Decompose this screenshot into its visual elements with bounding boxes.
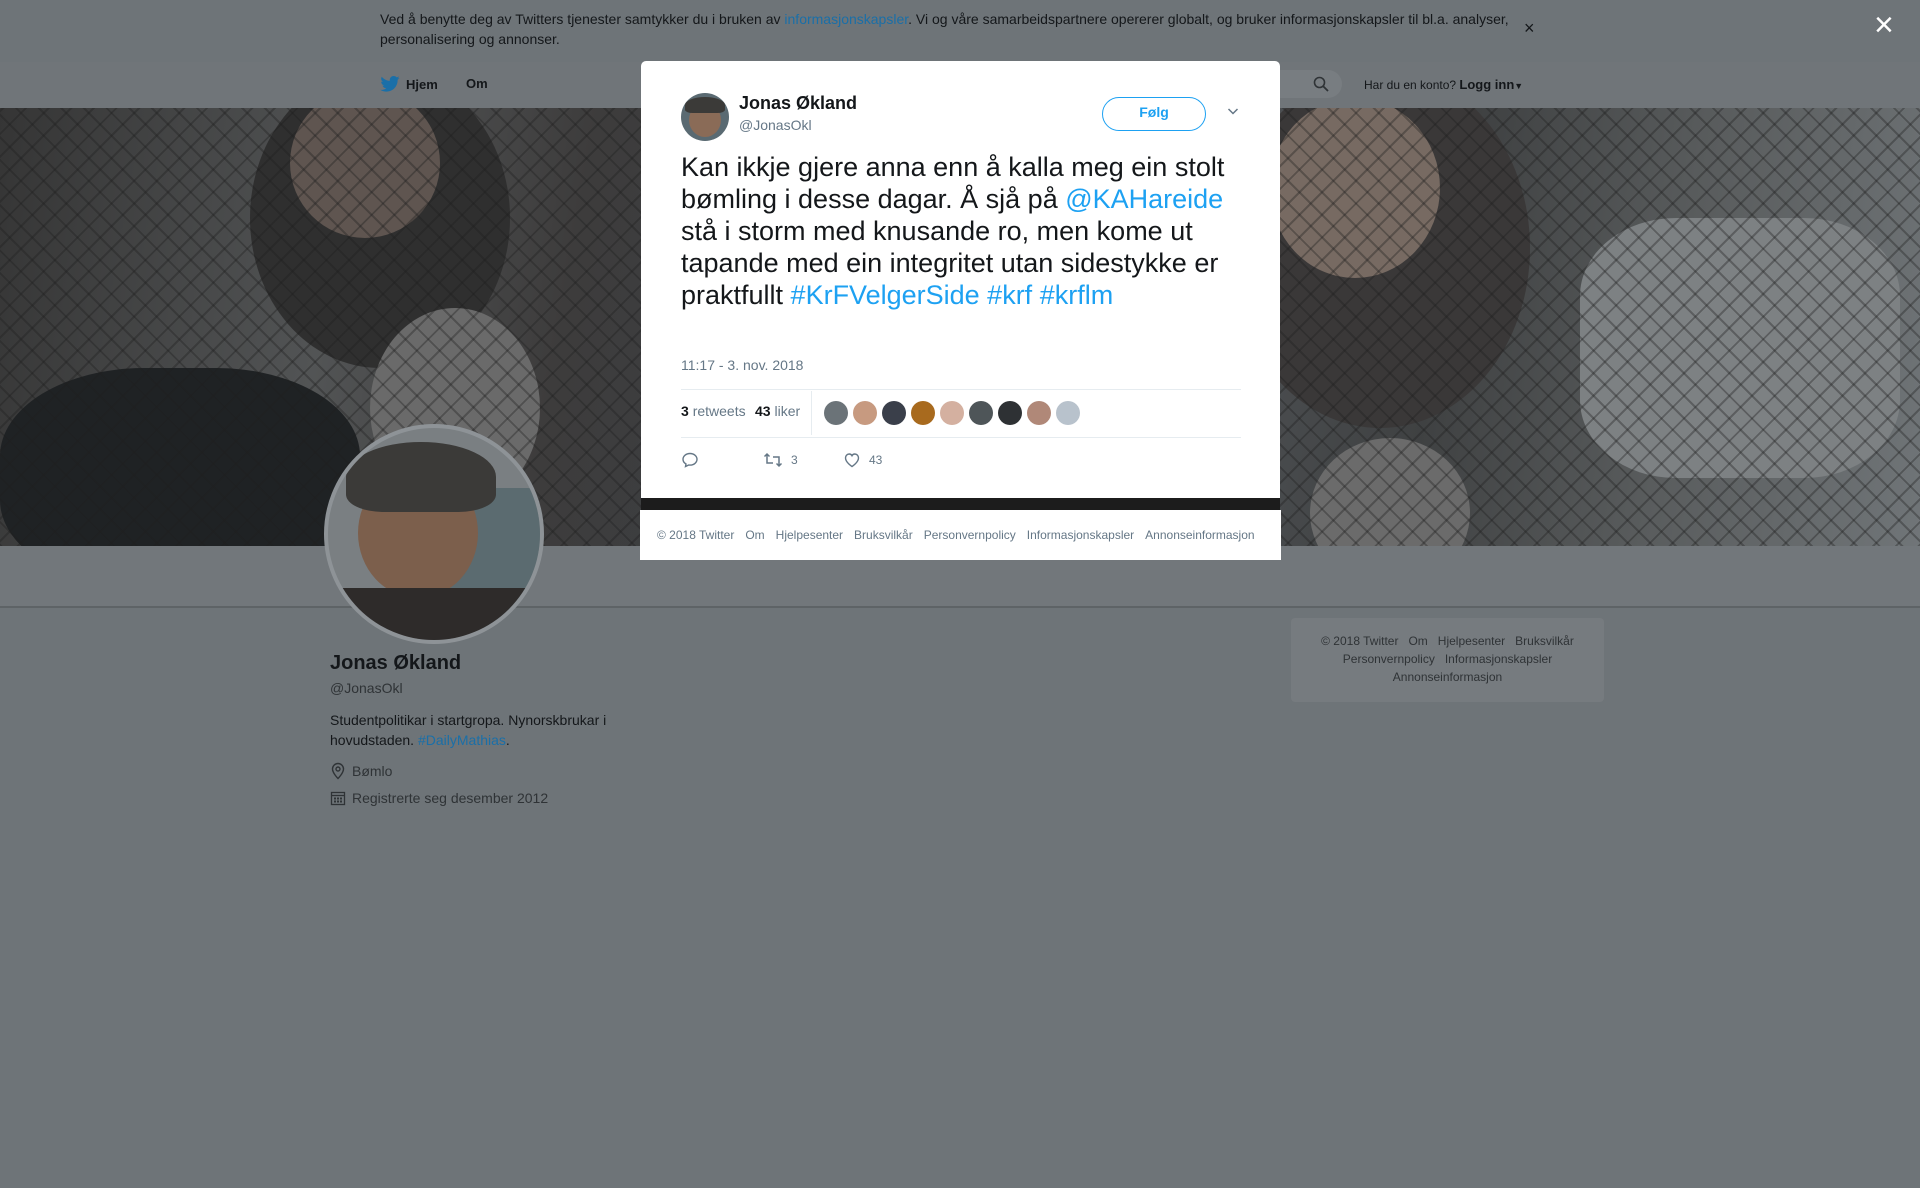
cookie-banner-text: Ved å benytte deg av Twitters tjenester … xyxy=(380,11,1509,47)
chevron-down-icon[interactable] xyxy=(1227,105,1239,117)
hashtag-link-krf[interactable]: #krf xyxy=(987,280,1032,310)
joined-text: Registrerte seg desember 2012 xyxy=(352,790,549,806)
tweet-avatar-cap xyxy=(685,97,725,113)
modal-separator xyxy=(641,498,1280,510)
like-count: 43 xyxy=(869,453,883,467)
avatar-cap xyxy=(346,442,496,512)
footer-link-terms[interactable]: Bruksvilkår xyxy=(854,528,913,542)
modal-footer: © 2018 Twitter Om Hjelpesenter Bruksvilk… xyxy=(640,510,1281,560)
footer-link-ads[interactable]: Annonseinformasjon xyxy=(1145,528,1254,542)
liker-avatar[interactable] xyxy=(969,401,993,425)
nav-home-link[interactable]: Hjem xyxy=(380,76,438,92)
footer-link-cookies[interactable]: Informasjonskapsler xyxy=(1027,528,1134,542)
modal-close-button[interactable]: × xyxy=(1874,8,1894,42)
profile-bio: Studentpolitikar i startgropa. Nynorskbr… xyxy=(330,712,607,748)
reply-icon xyxy=(682,452,698,468)
liker-avatar[interactable] xyxy=(1027,401,1051,425)
follow-button[interactable]: Følg xyxy=(1102,97,1206,131)
side-footer-link-help[interactable]: Hjelpesenter xyxy=(1438,634,1505,648)
divider xyxy=(811,391,812,435)
twitter-bird-icon xyxy=(380,76,400,92)
nav-home-label: Hjem xyxy=(406,76,438,92)
liker-avatar[interactable] xyxy=(940,401,964,425)
tweet-text: Kan ikkje gjere anna enn å kalla meg ein… xyxy=(681,152,1225,310)
like-button[interactable]: 43 xyxy=(843,451,882,469)
footer-link-help[interactable]: Hjelpesenter xyxy=(776,528,843,542)
side-footer: © 2018 Twitter Om Hjelpesenter Bruksvilkår … xyxy=(1291,618,1604,702)
tweet-author-name[interactable]: Jonas Økland xyxy=(739,93,857,114)
liker-avatar[interactable] xyxy=(824,401,848,425)
cookie-banner: Ved å benytte deg av Twitters tjenester … xyxy=(0,0,1920,63)
tweet-author-handle[interactable]: @JonasOkl xyxy=(739,117,812,133)
liker-avatar[interactable] xyxy=(911,401,935,425)
liker-avatar[interactable] xyxy=(998,401,1022,425)
caret-down-icon: ▼ xyxy=(1514,81,1524,91)
profile-handle[interactable]: @JonasOkl xyxy=(330,680,403,696)
profile-location: Bømlo xyxy=(330,762,392,780)
nav-about-link[interactable]: Om xyxy=(466,76,488,91)
calendar-icon xyxy=(330,791,346,806)
profile-avatar[interactable] xyxy=(324,424,544,644)
liker-avatar[interactable] xyxy=(882,401,906,425)
retweet-icon xyxy=(763,452,783,468)
location-pin-icon xyxy=(331,762,345,780)
mention-link[interactable]: @KAHareide xyxy=(1065,184,1223,214)
login-prompt: Har du en konto? Logg inn▼ xyxy=(1364,77,1523,92)
search-icon[interactable] xyxy=(1313,76,1329,92)
profile-joined-date: Registrerte seg desember 2012 xyxy=(330,790,548,806)
location-text: Bømlo xyxy=(352,763,393,779)
side-footer-link-cookies[interactable]: Informasjonskapsler xyxy=(1445,652,1552,666)
retweet-button[interactable]: 3 xyxy=(763,451,798,469)
hashtag-link-krfvelgerside[interactable]: #KrFVelgerSide xyxy=(791,280,980,310)
footer-link-about[interactable]: Om xyxy=(745,528,764,542)
reply-button[interactable] xyxy=(681,451,699,469)
tweet-timestamp[interactable]: 11:17 - 3. nov. 2018 xyxy=(681,357,803,373)
cookie-banner-close-button[interactable]: × xyxy=(1524,18,1535,39)
side-footer-link-privacy[interactable]: Personvernpolicy xyxy=(1343,652,1435,666)
divider xyxy=(681,437,1241,438)
tweet-author-avatar[interactable] xyxy=(681,93,729,141)
login-prompt-text: Har du en konto? xyxy=(1364,78,1457,92)
footer-copyright: © 2018 Twitter xyxy=(657,528,735,542)
tweet-modal: Jonas Økland @JonasOkl Følg Kan ikkje gj… xyxy=(641,61,1280,498)
retweet-stat[interactable]: 3 retweets xyxy=(681,403,746,419)
liker-avatar[interactable] xyxy=(853,401,877,425)
side-footer-link-terms[interactable]: Bruksvilkår xyxy=(1515,634,1574,648)
like-stat[interactable]: 43 liker xyxy=(755,403,800,419)
liker-avatar[interactable] xyxy=(1056,401,1080,425)
retweet-count: 3 xyxy=(791,453,798,467)
heart-icon xyxy=(844,453,860,468)
liker-avatars xyxy=(824,401,1080,425)
side-footer-copyright: © 2018 Twitter xyxy=(1321,634,1399,648)
side-footer-link-about[interactable]: Om xyxy=(1408,634,1427,648)
login-link[interactable]: Logg inn xyxy=(1459,77,1514,92)
cookie-policy-link[interactable]: informasjonskapsler xyxy=(784,11,908,27)
avatar-coat xyxy=(328,588,540,640)
side-footer-link-ads[interactable]: Annonseinformasjon xyxy=(1393,670,1502,684)
footer-link-privacy[interactable]: Personvernpolicy xyxy=(924,528,1016,542)
profile-name[interactable]: Jonas Økland xyxy=(330,652,461,675)
divider xyxy=(681,389,1241,390)
hashtag-link-krflm[interactable]: #krflm xyxy=(1040,280,1114,310)
bio-hashtag-link[interactable]: #DailyMathias xyxy=(418,732,506,748)
